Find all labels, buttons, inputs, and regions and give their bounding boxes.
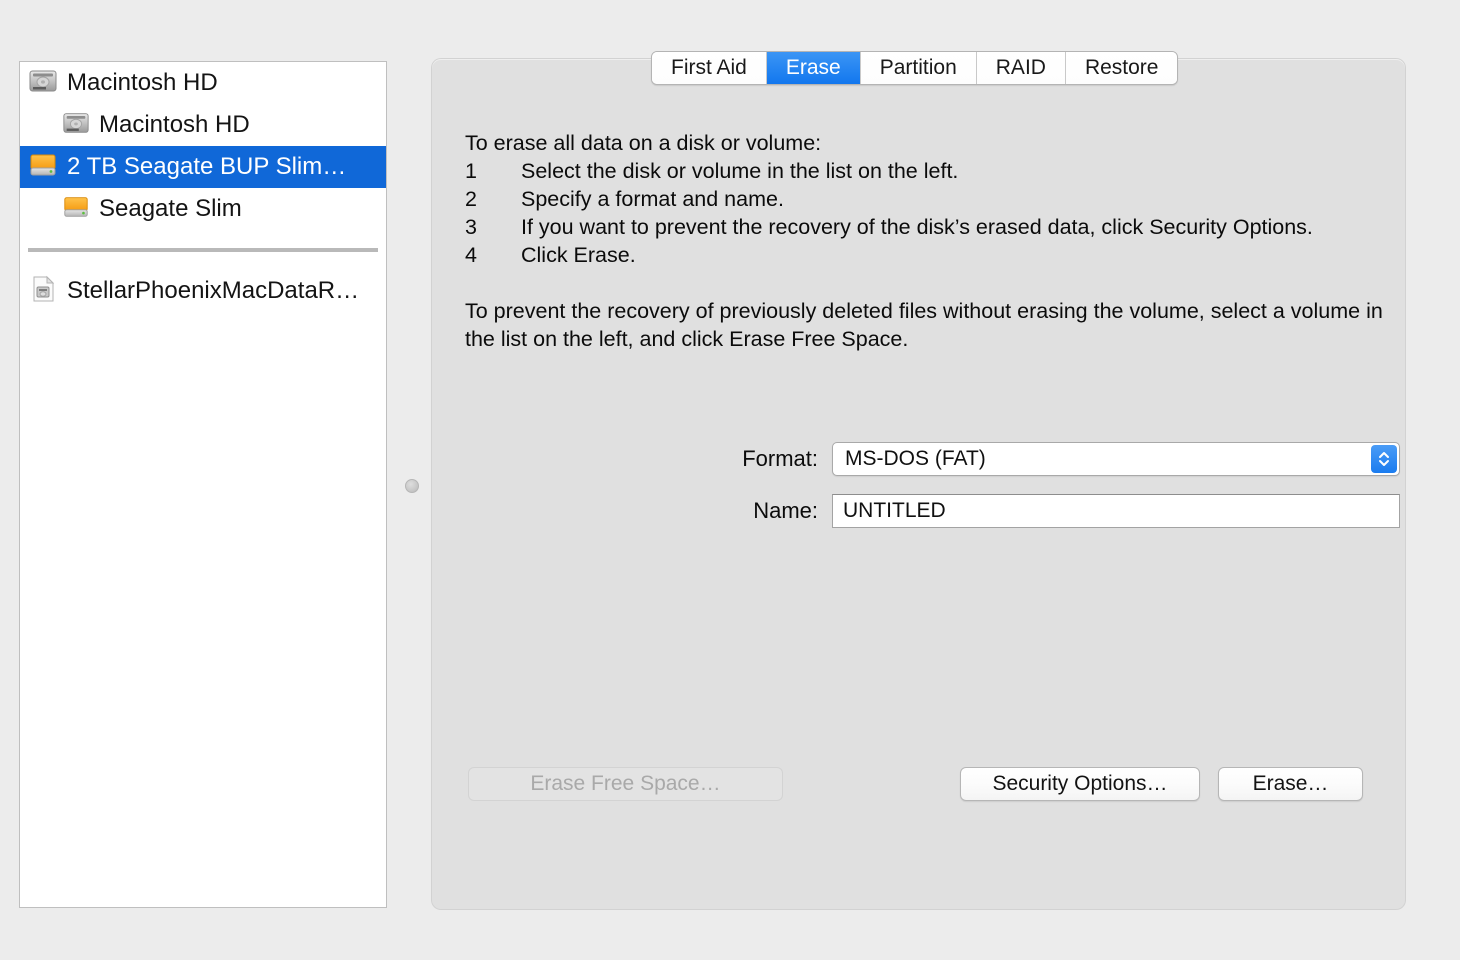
step-number: 4 [465, 243, 477, 267]
sidebar-item-volume[interactable]: Seagate Slim [20, 188, 386, 230]
security-options-button[interactable]: Security Options… [960, 767, 1200, 801]
device-sidebar[interactable]: Macintosh HD Macintosh HD 2 TB Seagate B… [19, 61, 387, 908]
sidebar-item-label: Macintosh HD [99, 111, 250, 138]
format-selected-value: MS-DOS (FAT) [845, 447, 986, 470]
format-row: Format: MS-DOS (FAT) [432, 442, 1405, 476]
step-text: Select the disk or volume in the list on… [521, 159, 959, 183]
sidebar-item-label: StellarPhoenixMacDataR… [67, 277, 360, 304]
format-label: Format: [742, 446, 818, 471]
sidebar-item-disk-image[interactable]: StellarPhoenixMacDataR… [20, 270, 386, 312]
sidebar-item-disk[interactable]: Macintosh HD [20, 62, 386, 104]
instructions-note: To prevent the recovery of previously de… [465, 299, 1383, 351]
erase-free-space-button[interactable]: Erase Free Space… [468, 767, 783, 801]
tab-restore[interactable]: Restore [1065, 52, 1178, 84]
tab-erase[interactable]: Erase [766, 52, 861, 84]
disk-image-document-icon [28, 274, 58, 309]
sidebar-item-label: Seagate Slim [99, 195, 242, 222]
sidebar-separator [28, 248, 378, 252]
sidebar-item-volume[interactable]: Macintosh HD [20, 104, 386, 146]
internal-hard-drive-icon [28, 66, 58, 101]
format-popup-button[interactable]: MS-DOS (FAT) [832, 442, 1400, 476]
panel-buttons: Erase Free Space… Security Options… Eras… [432, 764, 1405, 804]
erase-panel: To erase all data on a disk or volume: 1… [432, 59, 1405, 909]
name-label: Name: [753, 498, 818, 523]
step-text: If you want to prevent the recovery of t… [521, 215, 1313, 239]
erase-form: Format: MS-DOS (FAT) Name: UNTITLED [432, 442, 1405, 546]
instructions-intro: To erase all data on a disk or volume: [465, 131, 822, 155]
tab-partition[interactable]: Partition [860, 52, 977, 84]
instruction-step: 1 Select the disk or volume in the list … [465, 157, 1385, 185]
sidebar-item-label: Macintosh HD [67, 69, 218, 96]
splitter-resize-handle[interactable] [405, 479, 419, 493]
external-hard-drive-icon [62, 193, 90, 226]
erase-button[interactable]: Erase… [1218, 767, 1363, 801]
step-number: 3 [465, 215, 477, 239]
step-text: Specify a format and name. [521, 187, 784, 211]
step-text: Click Erase. [521, 243, 636, 267]
name-input[interactable]: UNTITLED [832, 494, 1400, 528]
step-number: 1 [465, 159, 477, 183]
instructions-block: To erase all data on a disk or volume: 1… [465, 129, 1385, 353]
sidebar-item-label: 2 TB Seagate BUP Slim… [67, 153, 347, 180]
name-input-value: UNTITLED [843, 499, 946, 522]
tab-first-aid[interactable]: First Aid [652, 52, 767, 84]
segmented-tab-bar[interactable]: First Aid Erase Partition RAID Restore [651, 51, 1179, 85]
internal-hard-drive-icon [62, 109, 90, 142]
step-number: 2 [465, 187, 477, 211]
sidebar-item-disk-selected[interactable]: 2 TB Seagate BUP Slim… [20, 146, 386, 188]
name-row: Name: UNTITLED [432, 494, 1405, 528]
instruction-step: 3 If you want to prevent the recovery of… [465, 213, 1385, 241]
external-hard-drive-icon [28, 150, 58, 185]
chevron-updown-icon[interactable] [1371, 445, 1397, 473]
instruction-step: 2 Specify a format and name. [465, 185, 1385, 213]
tab-raid[interactable]: RAID [976, 52, 1066, 84]
instruction-step: 4 Click Erase. [465, 241, 1385, 269]
